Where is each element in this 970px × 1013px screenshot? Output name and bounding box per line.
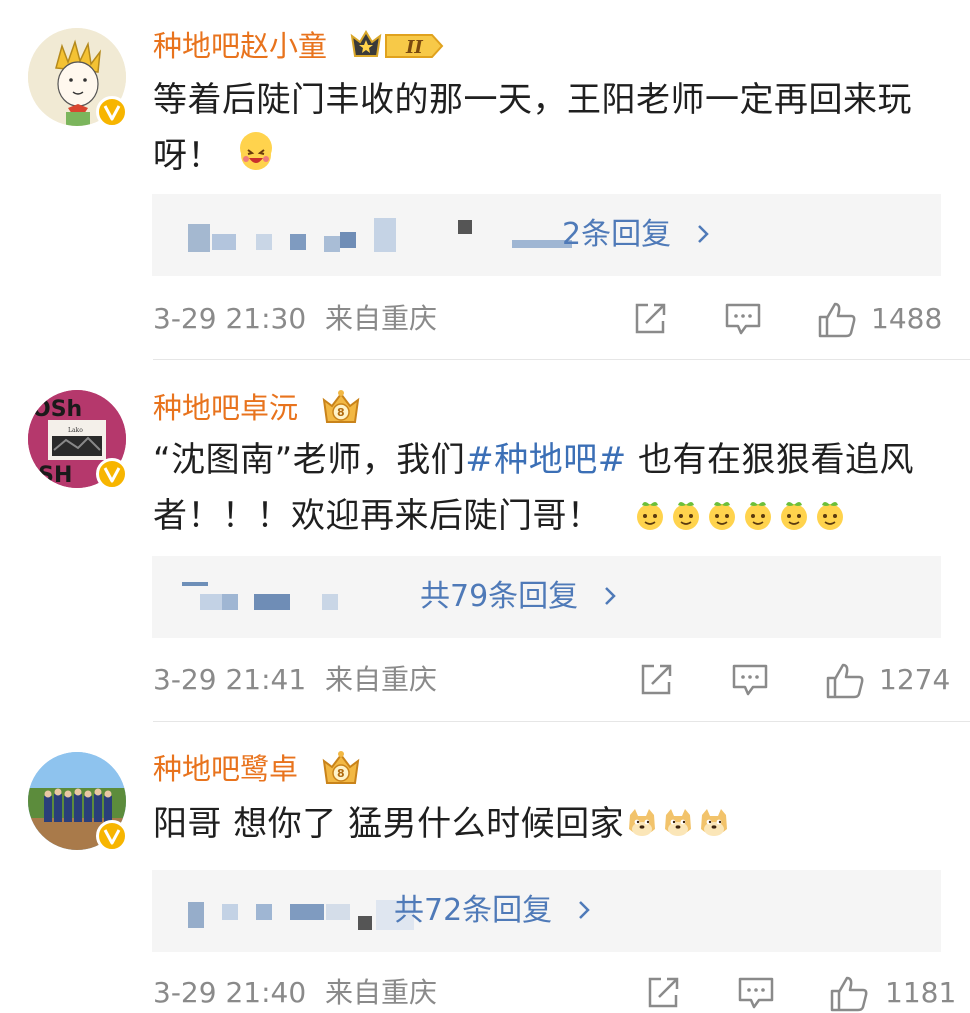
svg-text:Lako: Lako	[68, 427, 83, 434]
svg-text:8: 8	[337, 406, 345, 419]
like-icon[interactable]	[825, 662, 865, 700]
like-count: 1181	[885, 976, 957, 1009]
share-icon[interactable]	[645, 975, 681, 1011]
blurred-reply-text	[188, 224, 210, 252]
comment-text: 等着后陡门丰收的那一天，王阳老师一定再回来玩呀！	[153, 80, 912, 176]
svg-text:8: 8	[337, 767, 345, 780]
view-replies-link[interactable]: 2条回复	[562, 194, 713, 276]
location: 来自重庆	[325, 663, 438, 696]
share-icon[interactable]	[638, 662, 674, 698]
comment-meta: 3-29 21:41 来自重庆	[153, 660, 437, 700]
vip-level-badge: II	[350, 28, 446, 68]
sprout-emoji-group	[630, 496, 846, 536]
like-count: 1488	[871, 302, 943, 335]
blurred-reply-text	[188, 902, 204, 928]
doge-emoji-group	[624, 804, 730, 844]
verified-badge-icon	[96, 820, 128, 852]
laughing-emoji-icon	[240, 132, 272, 170]
timestamp: 3-29 21:41	[153, 663, 307, 696]
svg-text:OSh: OSh	[32, 397, 82, 422]
like-icon[interactable]	[829, 975, 869, 1013]
timestamp: 3-29 21:40	[153, 976, 307, 1009]
username[interactable]: 种地吧卓沅	[153, 390, 298, 426]
doge-emoji-icon	[698, 800, 730, 836]
comment-footer: 3-29 21:30 来自重庆 1488	[153, 299, 943, 339]
reply-preview-box[interactable]: 2条回复	[152, 194, 941, 276]
username[interactable]: 种地吧赵小童	[153, 28, 327, 64]
doge-emoji-icon	[626, 800, 658, 836]
sprout-emoji-icon	[814, 492, 846, 530]
sprout-emoji-icon	[742, 492, 774, 530]
comment-meta: 3-29 21:40 来自重庆	[153, 973, 437, 1013]
avatar[interactable]: OSh ISH Lako	[28, 390, 128, 490]
sprout-emoji-icon	[778, 492, 810, 530]
chevron-right-icon	[578, 901, 590, 919]
username[interactable]: 种地吧鹭卓	[153, 751, 298, 787]
blurred-reply-text	[182, 582, 208, 586]
verified-badge-icon	[96, 96, 128, 128]
reply-preview-box[interactable]: 共79条回复	[152, 556, 941, 638]
comment-footer: 3-29 21:40 来自重庆 1181	[153, 973, 956, 1013]
comment-icon[interactable]	[737, 975, 775, 1011]
avatar[interactable]	[28, 752, 128, 852]
avatar[interactable]	[28, 28, 128, 128]
comment-footer: 3-29 21:41 来自重庆 1274	[153, 660, 950, 700]
vip-level-badge: 8	[318, 388, 364, 432]
divider	[153, 721, 970, 722]
sprout-emoji-icon	[706, 492, 738, 530]
doge-emoji-icon	[662, 800, 694, 836]
view-replies-link[interactable]: 共79条回复	[420, 556, 620, 638]
location: 来自重庆	[325, 976, 438, 1009]
svg-text:II: II	[405, 37, 423, 58]
sprout-emoji-icon	[634, 492, 666, 530]
location: 来自重庆	[325, 302, 438, 335]
like-icon[interactable]	[817, 301, 857, 339]
topic-link[interactable]: #种地吧#	[465, 440, 626, 480]
sprout-emoji-icon	[670, 492, 702, 530]
divider	[153, 359, 970, 360]
share-icon[interactable]	[632, 301, 668, 337]
vip-level-badge: 8	[318, 749, 364, 793]
comment-icon[interactable]	[731, 662, 769, 698]
timestamp: 3-29 21:30	[153, 302, 307, 335]
comment-text: “沈图南”老师，我们#种地吧# 也有在狠狠看追风者！！！欢迎再来后陡门哥！	[153, 440, 915, 536]
like-count: 1274	[879, 663, 951, 696]
verified-badge-icon	[96, 458, 128, 490]
comment-text: 阳哥 想你了 猛男什么时候回家	[153, 796, 943, 852]
comment-icon[interactable]	[724, 301, 762, 337]
svg-text:ISH: ISH	[30, 463, 72, 488]
view-replies-link[interactable]: 共72条回复	[394, 870, 594, 952]
chevron-right-icon	[604, 587, 616, 605]
comment-meta: 3-29 21:30 来自重庆	[153, 299, 437, 339]
reply-preview-box[interactable]: 共72条回复	[152, 870, 941, 952]
chevron-right-icon	[697, 225, 709, 243]
